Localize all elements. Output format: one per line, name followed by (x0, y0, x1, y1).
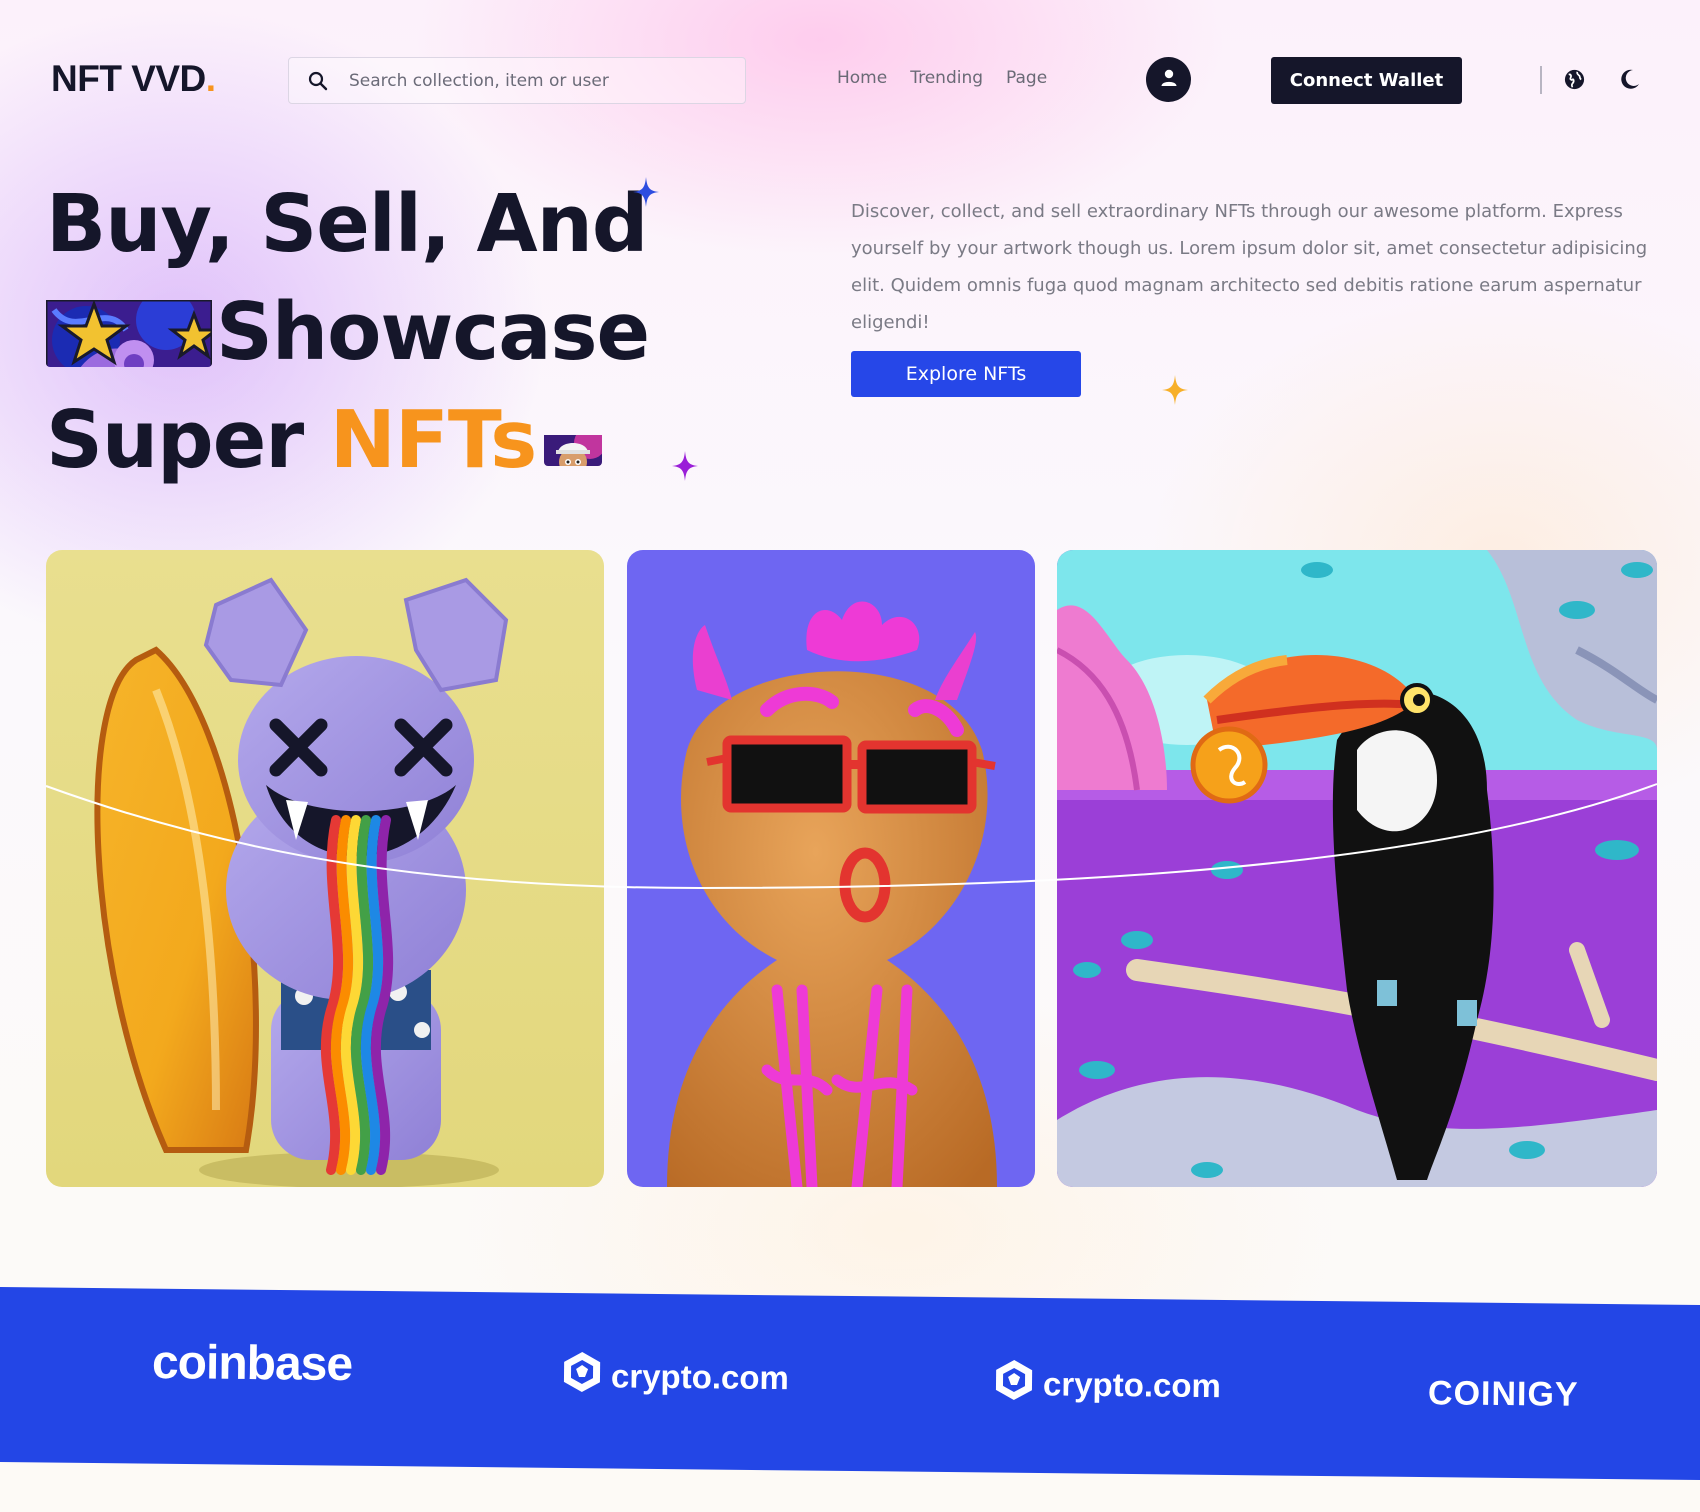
partner-name: crypto.com (1042, 1365, 1222, 1405)
hero-title-line-2-text: Showcase (216, 286, 650, 378)
hero-title-accent: NFTs (329, 394, 537, 486)
sparkle-icon (672, 451, 698, 481)
logo-text: NFT VVD (51, 58, 206, 99)
hero-title-line-3: Super NFTs (46, 386, 649, 494)
nft-image-gingerbread (627, 550, 1035, 1187)
crypto-com-icon (995, 1359, 1034, 1409)
hero-title: Buy, Sell, And Showcase Super NFTs (46, 170, 650, 494)
brand-logo[interactable]: NFT VVD. (51, 58, 216, 100)
nft-card-bear[interactable] (46, 550, 604, 1187)
user-account-button[interactable] (1146, 57, 1191, 102)
explore-nfts-button[interactable]: Explore NFTs (851, 351, 1081, 397)
avatar-thumbnail (544, 410, 603, 466)
top-navbar: NFT VVD. Home Trending Page Connect Wall… (0, 0, 1700, 160)
main-nav: Home Trending Page (837, 68, 1047, 88)
moon-icon[interactable] (1618, 67, 1642, 91)
partner-name: crypto.com (610, 1357, 790, 1397)
sparkle-icon (633, 177, 659, 207)
globe-icon[interactable] (1563, 68, 1586, 91)
nav-home[interactable]: Home (837, 68, 887, 88)
search-input[interactable] (349, 60, 729, 101)
sparkle-icon (1162, 375, 1188, 405)
header-divider (1540, 66, 1542, 94)
nft-card-gingerbread[interactable] (627, 550, 1035, 1187)
hero-description: Discover, collect, and sell extraordinar… (851, 201, 1648, 333)
partner-logo-crypto-com[interactable]: crypto.com (995, 1359, 1221, 1411)
nft-image-bear (46, 550, 604, 1187)
partner-logo-coinigy[interactable]: COINIGY (1428, 1374, 1579, 1415)
nav-trending[interactable]: Trending (910, 68, 983, 88)
stars-thumbnail (46, 292, 212, 367)
nft-card-toucan[interactable] (1057, 550, 1657, 1187)
nav-page[interactable]: Page (1006, 68, 1047, 88)
nft-image-toucan (1057, 550, 1657, 1187)
hero-title-line-1: Buy, Sell, And (46, 178, 648, 270)
user-icon (1159, 68, 1179, 92)
connect-wallet-button[interactable]: Connect Wallet (1271, 57, 1462, 104)
logo-dot: . (205, 58, 216, 99)
crypto-com-icon (563, 1351, 602, 1401)
hero-title-line-2: Showcase (46, 278, 650, 386)
partners-logos: coinbase crypto.com crypto.com COINIGY (0, 1330, 1700, 1440)
partner-logo-coinbase[interactable]: coinbase (152, 1335, 353, 1392)
partner-name: coinbase (151, 1335, 353, 1392)
hero-title-line-3-prefix: Super (46, 394, 330, 486)
search-bar[interactable] (288, 57, 746, 104)
search-icon (307, 70, 329, 92)
partner-name: COINIGY (1427, 1374, 1579, 1414)
partner-logo-crypto-com[interactable]: crypto.com (563, 1351, 789, 1403)
